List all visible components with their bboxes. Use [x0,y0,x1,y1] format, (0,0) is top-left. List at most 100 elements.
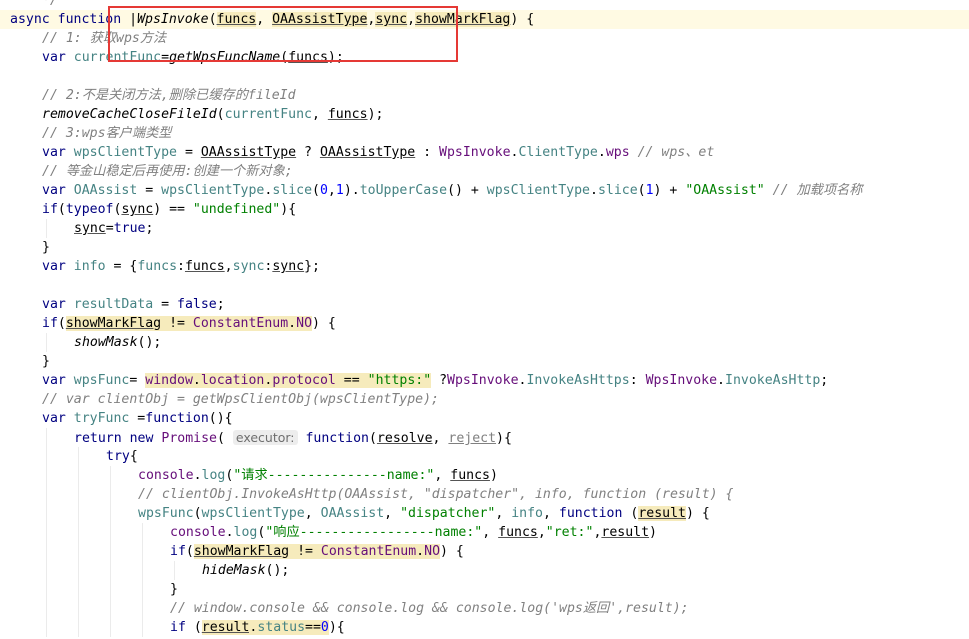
variable-token: wpsClientType [201,506,305,521]
code-token: ( [57,316,66,331]
code-line[interactable]: if(showMarkFlag != ConstantEnum.NO) { [0,314,969,333]
variable-token: currentFunc [73,50,162,65]
string-token: "响应-----------------name:" [265,525,483,540]
indent-guide [46,599,47,618]
keyword-token: var [42,259,66,274]
code-line-current[interactable]: async function |WpsInvoke(funcs, OAAssis… [0,10,969,29]
code-line[interactable]: // 3:wps客户端类型 [0,124,969,143]
code-line[interactable]: if (result.status==0){ [0,618,969,637]
function-name-token: hideMask [202,563,266,578]
parameter-token: sync [375,12,408,27]
code-line[interactable]: // var clientObj = getWpsClientObj(wpsCl… [0,390,969,409]
code-line[interactable]: var info = {funcs:funcs,sync:sync}; [0,257,969,276]
code-line[interactable]: // 2:不是关闭方法,删除已缓存的fileId [0,86,969,105]
code-line[interactable]: var resultData = false; [0,295,969,314]
code-token: ); [367,107,384,122]
function-name-token: WpsInvoke [137,12,209,27]
indent-guide [46,466,47,485]
code-line[interactable]: var wpsFunc= window.location.protocol ==… [0,371,969,390]
code-token: ) { [685,506,710,521]
code-line[interactable]: removeCacheCloseFileId(currentFunc, func… [0,105,969,124]
code-line[interactable] [0,67,969,86]
code-editor[interactable]: */async function |WpsInvoke(funcs, OAAss… [0,0,969,639]
code-line[interactable]: console.log("请求---------------name:", fu… [0,466,969,485]
indent-guide [78,561,79,580]
code-token: (){ [208,411,233,426]
code-lines: */async function |WpsInvoke(funcs, OAAss… [0,0,969,637]
code-line[interactable]: wpsFunc(wpsClientType, OAAssist, "dispat… [0,504,969,523]
code-line[interactable]: // window.console && console.log && cons… [0,599,969,618]
code-token: ? [296,145,320,160]
property-token: slice [597,183,638,198]
code-token: , [384,506,401,521]
code-line[interactable]: var wpsClientType = OAAssistType ? OAAss… [0,143,969,162]
code-token: ; [216,297,225,312]
code-token: ) [649,525,657,540]
property-token: toUpperCase [359,183,448,198]
indent-guide [110,599,111,618]
code-line[interactable]: return new Promise( executor: function(r… [0,428,969,447]
parameter-hint: executor: [232,430,298,445]
code-token: = [153,297,178,312]
code-line[interactable]: // clientObj.InvokeAsHttp(OAAssist, "dis… [0,485,969,504]
code-line[interactable]: } [0,352,969,371]
code-line[interactable]: if(showMarkFlag != ConstantEnum.NO) { [0,542,969,561]
code-line[interactable]: console.log("响应-----------------name:", … [0,523,969,542]
keyword-token: if [170,620,186,635]
code-line[interactable]: var currentFunc=getWpsFuncName(funcs); [0,48,969,67]
code-token: ( [57,202,66,217]
variable-token: resultData [73,297,154,312]
function-name-token: getWpsFuncName [169,50,281,65]
code-line[interactable]: // 1: 获取wps方法 [0,29,969,48]
indent-guide [46,485,47,504]
comment-token: // clientObj.InvokeAsHttp(OAAssist, "dis… [138,487,734,502]
code-token: , [434,468,451,483]
keyword-token: if [170,544,186,559]
code-token: ( [216,107,225,122]
code-line[interactable]: hideMask(); [0,561,969,580]
code-token: , [543,506,559,521]
property-token: sync [232,259,265,274]
code-line[interactable]: // 等金山稳定后再使用:创建一个新对象; [0,162,969,181]
global-token: window [145,373,193,388]
keyword-token: function [57,12,122,27]
code-token: == [305,620,321,635]
string-token: "https:" [367,373,432,388]
code-line[interactable]: try{ [0,447,969,466]
keyword-token: try [106,449,130,464]
code-line[interactable]: if(typeof(sync) == "undefined"){ [0,200,969,219]
code-line[interactable]: showMask(); [0,333,969,352]
code-line[interactable]: var tryFunc =function(){ [0,409,969,428]
variable-token: OAAssist [320,506,385,521]
code-token: ) { [312,316,336,331]
keyword-token: function [305,431,369,446]
global-token: ConstantEnum [320,544,417,559]
code-token: = [129,411,146,426]
code-line[interactable]: */ [0,0,969,10]
code-token: ; [820,373,829,388]
global-token: protocol [272,373,336,388]
code-line[interactable]: } [0,580,969,599]
indent-guide [78,447,79,466]
indent-guide [46,542,47,561]
indent-guide [110,485,111,504]
code-line[interactable] [0,276,969,295]
code-token: ) == [153,202,193,217]
code-token: . [589,183,598,198]
keyword-token: if [42,202,58,217]
code-line[interactable]: sync=true; [0,219,969,238]
code-token: . [193,468,202,483]
variable-token: wpsFunc [73,373,130,388]
code-line[interactable]: var OAAssist = wpsClientType.slice(0,1).… [0,181,969,200]
code-token: ( [193,506,202,521]
code-token: : [629,373,646,388]
code-token: != [161,316,193,331]
code-line[interactable]: } [0,238,969,257]
code-token: . [416,544,425,559]
parameter-token: showMarkFlag [193,544,290,559]
parameter-token: funcs [498,525,538,540]
